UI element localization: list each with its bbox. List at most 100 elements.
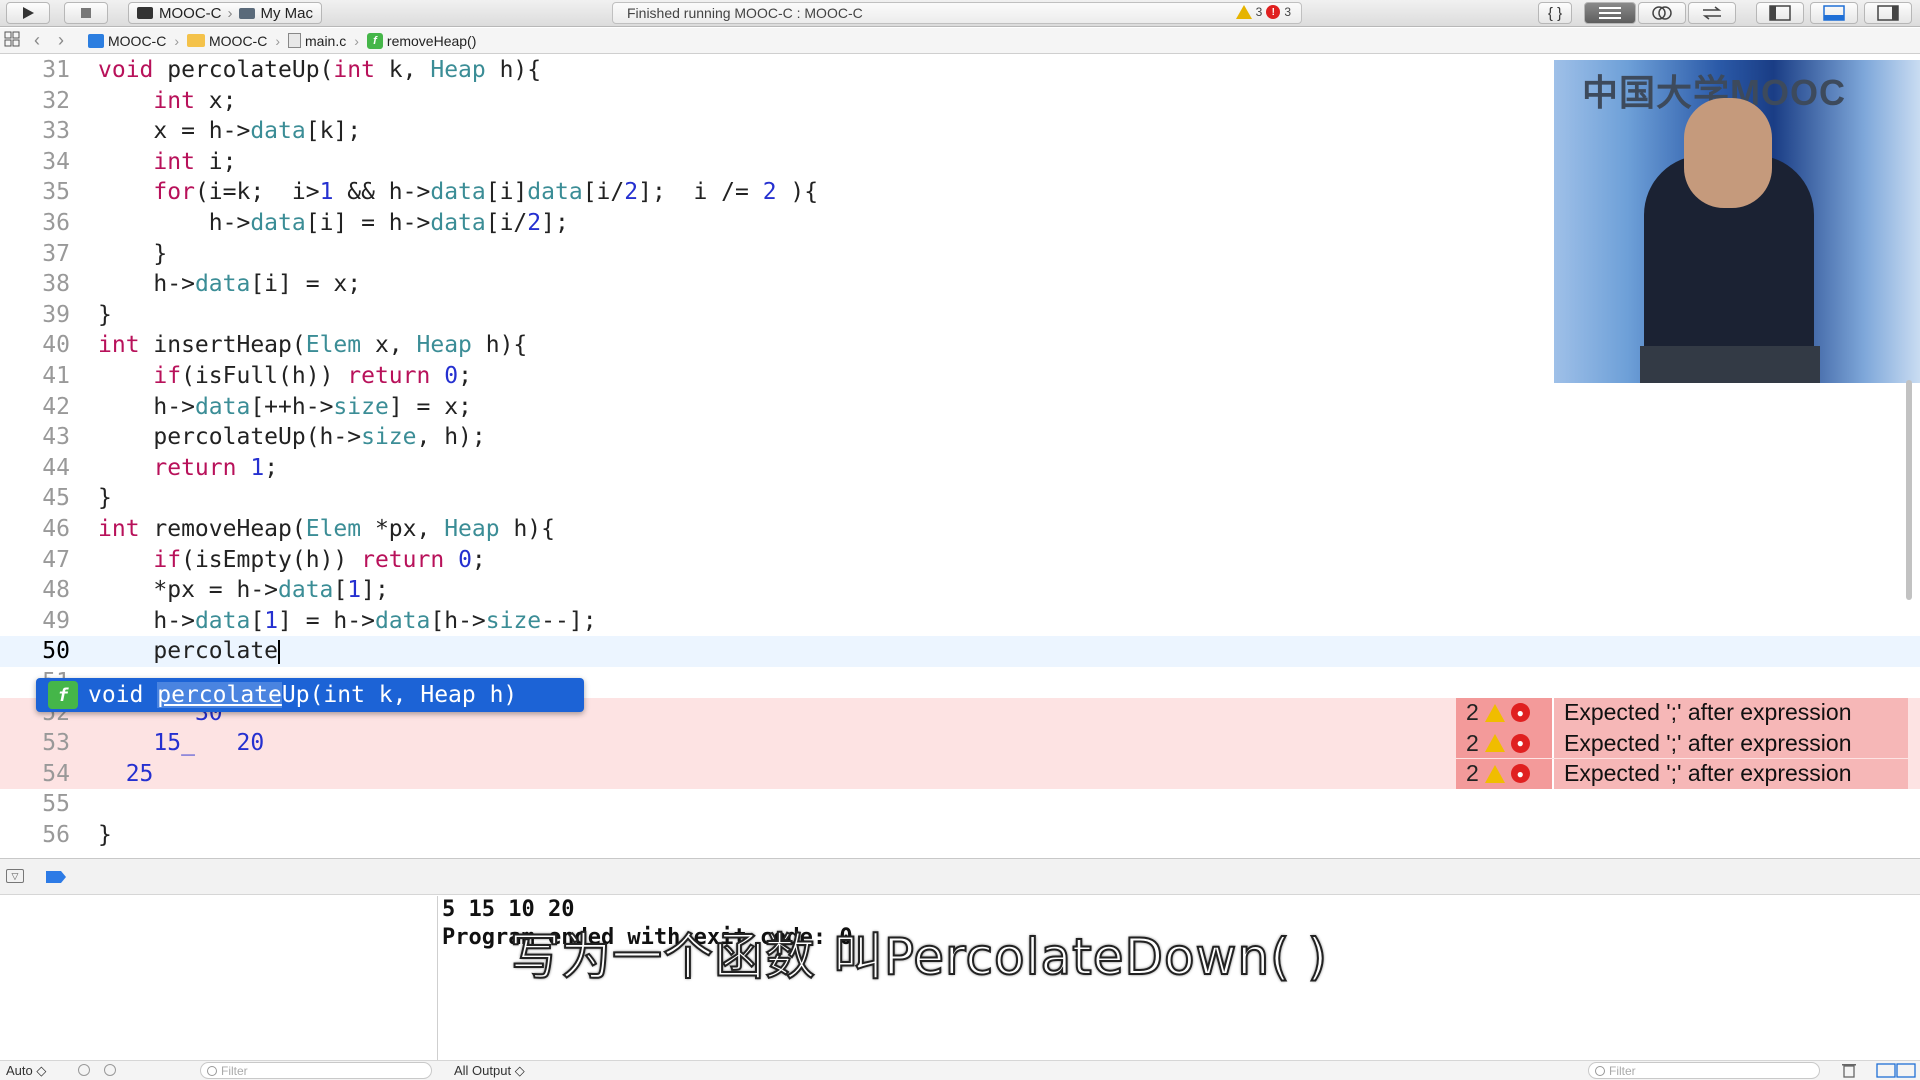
trash-icon[interactable] xyxy=(1842,1062,1856,1080)
line-number[interactable]: 54 xyxy=(0,759,70,790)
chevron-right-icon: › xyxy=(227,4,233,22)
line-number[interactable]: 53 xyxy=(0,728,70,759)
stop-icon xyxy=(81,8,91,18)
output-selector[interactable]: All Output ◇ xyxy=(454,1063,525,1079)
code-text: h->data[1] = h->data[h->size--]; xyxy=(98,607,597,634)
stop-button[interactable] xyxy=(64,2,108,24)
line-number[interactable]: 40 xyxy=(0,330,70,361)
auto-label: Auto ◇ xyxy=(6,1063,47,1078)
breadcrumb-project[interactable]: MOOC-C xyxy=(88,33,166,49)
code-line[interactable]: 44 return 1; xyxy=(0,453,1920,484)
warning-icon xyxy=(1484,734,1505,753)
toggle-utilities-button[interactable] xyxy=(1864,2,1912,24)
code-text: } xyxy=(98,301,112,328)
issue-count[interactable]: 2 ● xyxy=(1456,697,1552,728)
line-number[interactable]: 37 xyxy=(0,239,70,270)
completion-return-type: void xyxy=(88,682,144,708)
info-icon[interactable] xyxy=(104,1064,116,1076)
hide-debug-area-button[interactable]: ▽ xyxy=(6,869,24,883)
variables-view[interactable] xyxy=(0,896,438,1080)
code-line[interactable]: 45} xyxy=(0,483,1920,514)
inline-issue[interactable]: 2 ● Expected ';' after expression xyxy=(1456,758,1908,789)
code-text: 15_ 20 xyxy=(153,730,265,757)
line-number[interactable]: 56 xyxy=(0,820,70,851)
search-icon xyxy=(207,1065,217,1076)
inline-issue[interactable]: 2 ● Expected ';' after expression xyxy=(1456,728,1908,759)
issue-message: Expected ';' after expression xyxy=(1552,697,1908,728)
filter-placeholder: Filter xyxy=(1609,1063,1636,1078)
console-filter[interactable]: Filter xyxy=(1588,1062,1820,1079)
line-number[interactable]: 35 xyxy=(0,177,70,208)
back-arrow-icon[interactable]: ‹ xyxy=(34,30,40,51)
standard-editor-button[interactable] xyxy=(1584,2,1636,24)
code-line[interactable]: 48 *px = h->data[1]; xyxy=(0,575,1920,606)
line-number[interactable]: 50 xyxy=(0,636,70,667)
chevron-right-icon: › xyxy=(275,32,280,49)
code-line[interactable]: 50 percolate xyxy=(0,636,1920,667)
code-text: int removeHeap(Elem *px, Heap h){ xyxy=(98,516,555,542)
code-completion-popup[interactable]: f void percolate Up(int k, Heap h) xyxy=(36,678,584,712)
editor-scrollbar[interactable] xyxy=(1906,380,1912,600)
lecturer-video: 中国大学MOOC xyxy=(1554,60,1920,383)
line-number[interactable]: 39 xyxy=(0,300,70,331)
issue-count-value: 2 xyxy=(1466,760,1479,787)
line-number[interactable]: 46 xyxy=(0,514,70,545)
line-number[interactable]: 44 xyxy=(0,453,70,484)
debug-bar: ▽ xyxy=(0,858,1920,895)
line-number[interactable]: 49 xyxy=(0,606,70,637)
right-panel-icon xyxy=(1877,5,1899,21)
issue-message: Expected ';' after expression xyxy=(1552,758,1908,789)
toggle-navigator-button[interactable] xyxy=(1756,2,1804,24)
code-text: h->data[++h->size] = x; xyxy=(98,393,472,420)
forward-arrow-icon[interactable]: › xyxy=(58,30,64,51)
line-number[interactable]: 47 xyxy=(0,545,70,576)
eye-icon[interactable] xyxy=(78,1064,90,1076)
line-number[interactable]: 33 xyxy=(0,116,70,147)
scheme-selector[interactable]: MOOC-C › My Mac xyxy=(128,2,322,24)
line-number[interactable]: 34 xyxy=(0,147,70,178)
search-icon xyxy=(1595,1065,1605,1076)
code-text: int x; xyxy=(153,87,237,114)
code-text: for(i=k; i>1 && h->data[i]data[i/2]; i /… xyxy=(153,179,819,206)
breadcrumb-label: MOOC-C xyxy=(209,32,268,49)
breakpoints-toggle-icon[interactable] xyxy=(46,871,66,883)
split-view-icon[interactable] xyxy=(1876,1063,1916,1080)
breadcrumb-file[interactable]: main.c xyxy=(288,33,346,49)
issue-count[interactable]: 2 ● xyxy=(1456,758,1552,789)
code-line[interactable]: 42 h->data[++h->size] = x; xyxy=(0,392,1920,423)
completion-match: percolate xyxy=(157,682,282,708)
assistant-editor-button[interactable] xyxy=(1638,2,1686,24)
line-number[interactable]: 31 xyxy=(0,55,70,86)
code-line[interactable]: 46 int removeHeap(Elem *px, Heap h){ xyxy=(0,514,1920,545)
toggle-debug-area-button[interactable] xyxy=(1810,2,1858,24)
filter-placeholder: Filter xyxy=(221,1063,248,1078)
code-line[interactable]: 47 if(isEmpty(h)) return 0; xyxy=(0,545,1920,576)
related-items-icon[interactable] xyxy=(4,31,20,50)
version-editor-button[interactable] xyxy=(1688,2,1736,24)
line-number[interactable]: 55 xyxy=(0,789,70,820)
breadcrumb-label: main.c xyxy=(305,32,347,49)
breadcrumb-folder[interactable]: MOOC-C xyxy=(187,33,267,49)
code-line[interactable]: 56} xyxy=(0,820,1920,851)
code-line[interactable]: 43 percolateUp(h->size, h); xyxy=(0,422,1920,453)
line-number[interactable]: 32 xyxy=(0,86,70,117)
run-button[interactable] xyxy=(6,2,50,24)
line-number[interactable]: 38 xyxy=(0,269,70,300)
code-text: } xyxy=(98,240,168,267)
line-number[interactable]: 48 xyxy=(0,575,70,606)
line-number[interactable]: 45 xyxy=(0,483,70,514)
code-line[interactable]: 49 h->data[1] = h->data[h->size--]; xyxy=(0,606,1920,637)
issue-counts[interactable]: 3 ! 3 xyxy=(1235,5,1291,19)
chevron-right-icon: › xyxy=(354,32,359,49)
line-number[interactable]: 42 xyxy=(0,392,70,423)
code-line[interactable]: 55 xyxy=(0,789,1920,820)
inline-issue[interactable]: 2 ● Expected ';' after expression xyxy=(1456,697,1908,728)
variables-filter[interactable]: Filter xyxy=(200,1062,432,1079)
breadcrumb-function[interactable]: f removeHeap() xyxy=(366,32,476,49)
line-number[interactable]: 43 xyxy=(0,422,70,453)
line-number[interactable]: 36 xyxy=(0,208,70,239)
issue-count[interactable]: 2 ● xyxy=(1456,728,1552,759)
auto-selector[interactable]: Auto ◇ xyxy=(6,1063,46,1079)
line-number[interactable]: 41 xyxy=(0,361,70,392)
code-snippet-button[interactable]: { } xyxy=(1538,2,1572,24)
